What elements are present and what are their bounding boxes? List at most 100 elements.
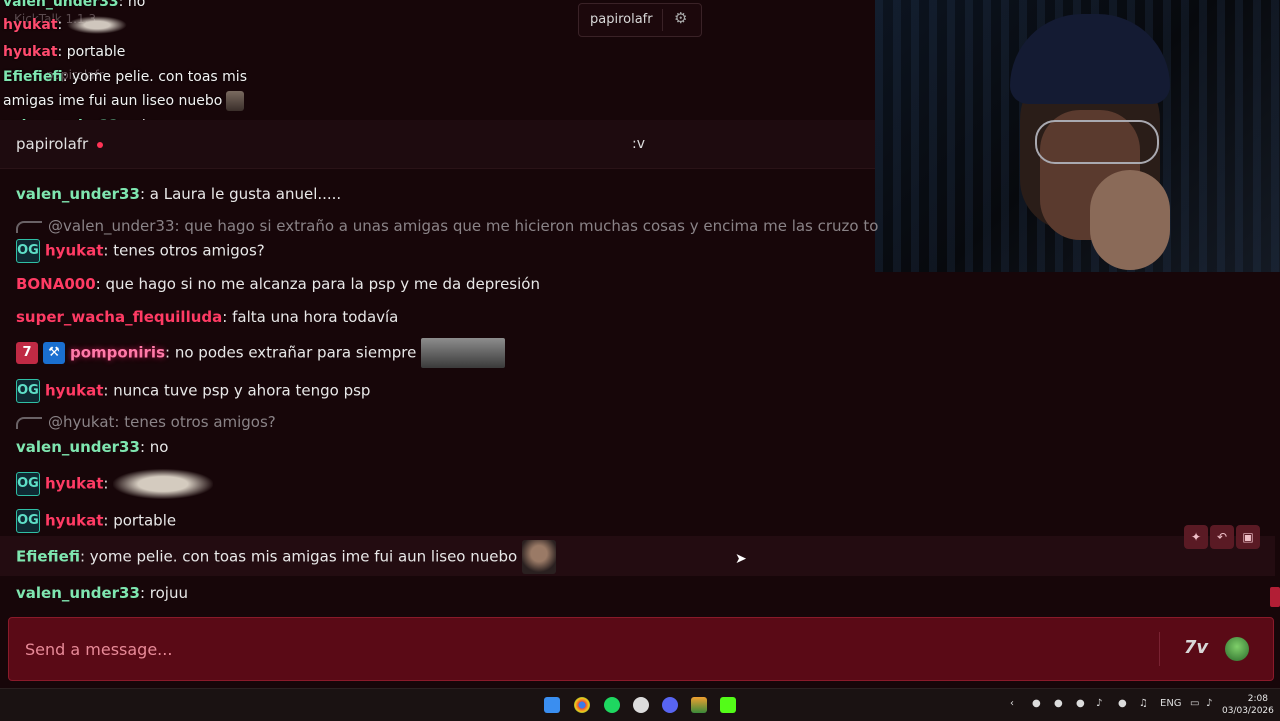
chat-text: yome pelie. con toas mis amigas ime fui …	[89, 547, 518, 566]
show-hidden-icons-icon[interactable]: ‹	[1010, 698, 1014, 709]
chat-username[interactable]: pomponiris	[70, 344, 165, 362]
network-icon[interactable]: ▭	[1190, 698, 1199, 709]
tray-discord-icon[interactable]: ●	[1076, 698, 1085, 709]
reply-arrow-icon	[16, 416, 42, 429]
tray-app-icon[interactable]: ●	[1032, 698, 1041, 709]
chat-message[interactable]: Efiefiefi: yome pelie. con toas mis amig…	[16, 540, 556, 574]
chat-text: falta una hora todavía	[232, 308, 399, 326]
chat-text: portable	[113, 511, 177, 530]
chat-messages: valen_under33: a Laura le gusta anuel...…	[0, 168, 1280, 613]
kick-icon[interactable]	[720, 697, 736, 713]
clock-time: 2:08	[1247, 694, 1268, 704]
overlay-username: hyukat	[3, 44, 58, 60]
overlay-line: hyukat:	[3, 16, 127, 34]
overlay-username: Efiefiefi	[3, 69, 63, 85]
chat-message[interactable]: BONA000: que hago si no me alcanza para …	[16, 275, 540, 293]
chat-text: nunca tuve psp y ahora tengo psp	[113, 381, 371, 400]
kicktalk-window: papirolafr ⚙ KickTalk 1.1.3 papirolafr v…	[0, 0, 1280, 688]
overlay-text: yome pelie. con toas mis	[71, 69, 247, 85]
chat-text: rojuu	[149, 584, 188, 602]
overlay-text: no	[127, 0, 146, 10]
og-badge-icon: OG	[16, 472, 40, 496]
chrome-icon[interactable]	[574, 697, 590, 713]
pin-icon[interactable]: ✦	[1184, 525, 1208, 549]
chat-message[interactable]: OG hyukat: tenes otros amigos?	[16, 239, 265, 263]
chat-text: tenes otros amigos?	[113, 241, 265, 260]
reply-context[interactable]: @valen_under33: que hago si extraño a un…	[16, 217, 878, 235]
volume-icon[interactable]: ♪	[1096, 698, 1102, 709]
chat-text: no	[149, 438, 169, 456]
chat-username[interactable]: valen_under33	[16, 185, 140, 203]
og-badge-icon: OG	[16, 379, 40, 403]
speaker-icon[interactable]: ♪	[1206, 698, 1212, 709]
chat-username[interactable]: hyukat	[45, 382, 103, 400]
reply-text: tenes otros amigos?	[124, 413, 276, 431]
spotify-icon[interactable]	[604, 697, 620, 713]
chat-username[interactable]: hyukat	[45, 512, 103, 530]
chat-username[interactable]: hyukat	[45, 475, 103, 493]
chat-message[interactable]: 7 ⚒ pomponiris: no podes extrañar para sie…	[16, 338, 506, 368]
overlay-text: portable	[66, 44, 126, 60]
reply-target: @valen_under33:	[48, 217, 180, 235]
chat-input-bar: 7v	[8, 617, 1274, 681]
discord-icon[interactable]	[662, 697, 678, 713]
seventv-badge-icon: 7	[16, 342, 38, 364]
message-input[interactable]	[9, 618, 1159, 680]
chat-overlay: KickTalk 1.1.3 papirolafr valen_under33:…	[0, 0, 880, 140]
chat-emote	[421, 338, 506, 368]
reply-context[interactable]: @hyukat: tenes otros amigos?	[16, 413, 276, 431]
chat-message[interactable]: OG hyukat: portable	[16, 509, 176, 533]
chat-text: no podes extrañar para siempre	[174, 343, 417, 362]
system-clock[interactable]: 2:08 03/03/2026	[1222, 693, 1274, 717]
og-badge-icon: OG	[16, 509, 40, 533]
chat-message[interactable]: valen_under33: no	[16, 438, 168, 456]
emote-picker-icon[interactable]	[1225, 637, 1249, 661]
chat-username[interactable]: valen_under33	[16, 584, 140, 602]
reply-icon[interactable]: ↶	[1210, 525, 1234, 549]
clock-date: 03/03/2026	[1222, 706, 1274, 716]
channel-header: papirolafr :v	[0, 120, 875, 169]
og-badge-icon: OG	[16, 239, 40, 263]
obs-icon[interactable]	[633, 697, 649, 713]
chat-text: que hago si no me alcanza para la psp y …	[105, 275, 540, 293]
overlay-line: amigas ime fui aun liseo nuebo	[3, 91, 245, 111]
chat-emote	[113, 469, 214, 499]
chat-message[interactable]: OG hyukat: nunca tuve psp y ahora tengo p…	[16, 379, 370, 403]
microphone-icon[interactable]: ♫	[1139, 698, 1148, 709]
chat-message[interactable]: OG hyukat:	[16, 469, 214, 499]
windows-taskbar: ‹ ● ● ● ♪ ● ♫ ENG ▭ ♪ 2:08 03/03/2026	[0, 688, 1280, 721]
fl-studio-icon[interactable]	[691, 697, 707, 713]
overlay-username: hyukat	[3, 17, 58, 33]
overlay-emote	[226, 91, 245, 111]
chat-username[interactable]: hyukat	[45, 242, 103, 260]
reply-arrow-icon	[16, 220, 42, 233]
windows-start-icon[interactable]	[544, 697, 560, 713]
divider	[1159, 632, 1160, 666]
overlay-emote	[66, 16, 127, 34]
chat-message[interactable]: valen_under33: rojuu	[16, 584, 188, 602]
copy-icon[interactable]: ▣	[1236, 525, 1260, 549]
chat-username[interactable]: valen_under33	[16, 438, 140, 456]
language-indicator[interactable]: ENG	[1160, 698, 1182, 709]
stream-title: :v	[632, 136, 646, 152]
live-indicator	[97, 142, 103, 148]
mouse-cursor-icon: ➤	[735, 551, 747, 567]
chat-username[interactable]: Efiefiefi	[16, 548, 80, 566]
tray-app-icon[interactable]: ●	[1118, 698, 1127, 709]
chat-message[interactable]: valen_under33: a Laura le gusta anuel...…	[16, 185, 341, 203]
chat-emote	[521, 540, 556, 574]
overlay-line: hyukat: portable	[3, 44, 126, 60]
overlay-text: amigas ime fui aun liseo nuebo	[3, 93, 223, 109]
tray-app-icon[interactable]: ●	[1054, 698, 1063, 709]
chat-username[interactable]: BONA000	[16, 275, 96, 293]
scroll-to-bottom-handle[interactable]	[1270, 587, 1280, 607]
reply-target: @hyukat:	[48, 413, 120, 431]
moderator-hammer-icon: ⚒	[43, 342, 65, 364]
overlay-line: valen_under33: no	[3, 0, 145, 10]
channel-name[interactable]: papirolafr	[16, 135, 88, 153]
webcam-glasses	[1035, 120, 1159, 164]
overlay-username: valen_under33	[3, 0, 119, 10]
chat-message[interactable]: super_wacha_flequilluda: falta una hora …	[16, 308, 398, 326]
chat-username[interactable]: super_wacha_flequilluda	[16, 308, 222, 326]
seventv-emote-button[interactable]: 7v	[1181, 637, 1211, 661]
